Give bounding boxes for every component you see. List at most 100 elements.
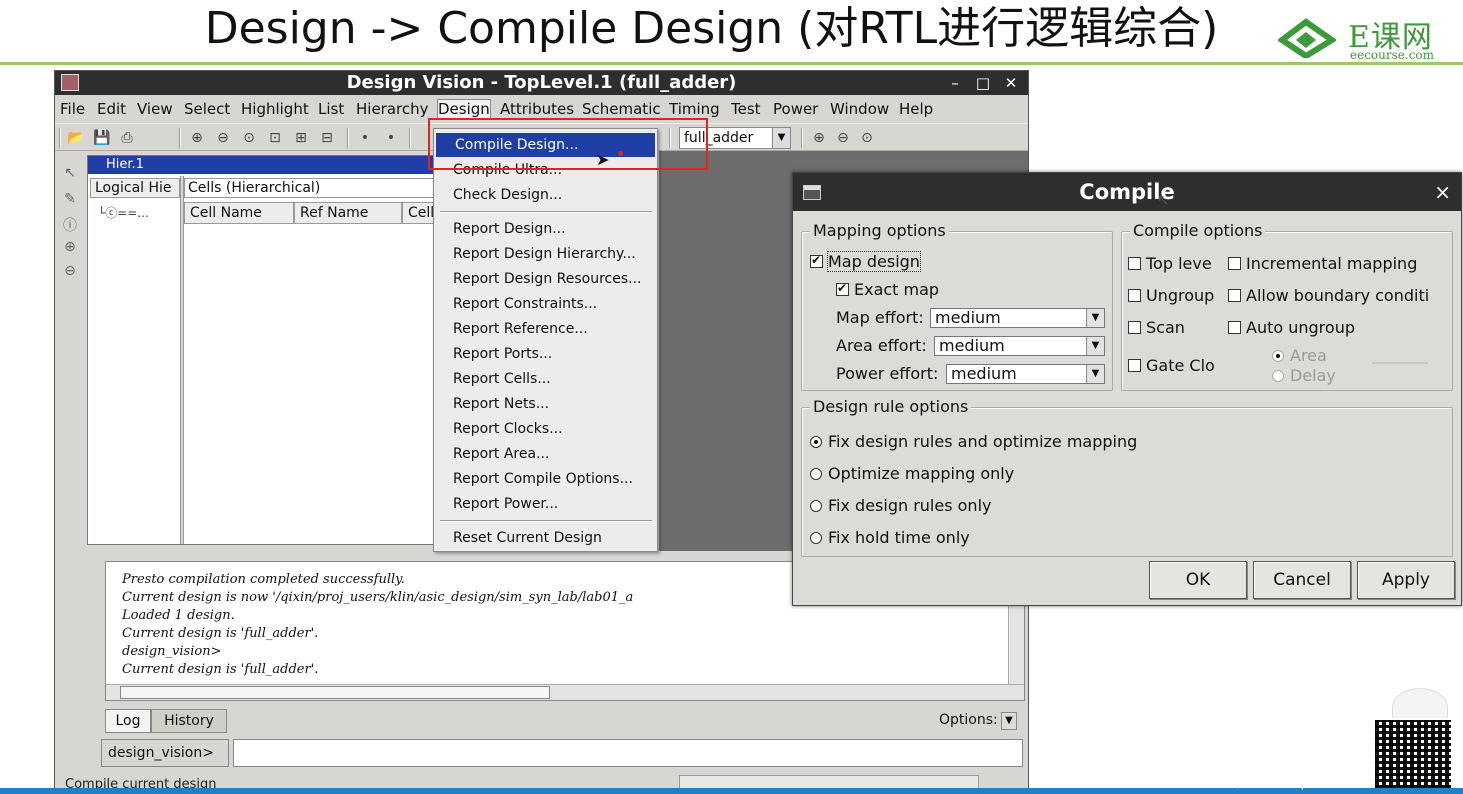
fix-design-rules-only-radio[interactable]: Fix design rules only: [810, 496, 991, 515]
menu-item-report-design[interactable]: Report Design...: [434, 217, 657, 241]
pointer-icon[interactable]: ↖: [61, 165, 79, 183]
chevron-down-icon[interactable]: ▼: [1086, 309, 1104, 327]
select-value: medium: [939, 336, 1005, 355]
column-ref-name[interactable]: Ref Name: [294, 202, 402, 224]
menu-view[interactable]: View: [137, 100, 173, 118]
select-value: medium: [935, 308, 1001, 327]
ungroup-area-radio[interactable]: Area: [1272, 346, 1327, 365]
minimize-button[interactable]: –: [945, 73, 965, 93]
dialog-titlebar[interactable]: Compile × ↖: [793, 173, 1461, 211]
ok-button[interactable]: OK: [1149, 561, 1247, 599]
checkbox-box: [1128, 321, 1141, 334]
zoom-select-icon[interactable]: ⊟: [319, 130, 335, 146]
map-design-checkbox[interactable]: Map design: [810, 251, 921, 272]
logical-hierarchy-header[interactable]: Logical Hie: [90, 178, 180, 198]
menu-item-report-design-hierarchy[interactable]: Report Design Hierarchy...: [434, 242, 657, 266]
menu-power[interactable]: Power: [773, 100, 818, 118]
gate-clock-checkbox[interactable]: Gate Clo: [1128, 356, 1215, 375]
console-horizontal-scrollbar[interactable]: [106, 684, 1024, 700]
area-effort-select[interactable]: medium ▼: [934, 336, 1105, 356]
column-cell-name[interactable]: Cell Name: [184, 202, 294, 224]
zoom-fit-icon[interactable]: ⊙: [859, 130, 875, 146]
options-dropdown[interactable]: ▼: [1001, 712, 1017, 730]
ungroup-delay-radio[interactable]: Delay: [1272, 366, 1336, 385]
menu-window[interactable]: Window: [830, 100, 889, 118]
tab-log[interactable]: Log: [105, 709, 151, 733]
zoom-in-icon[interactable]: ⊕: [189, 130, 205, 146]
dialog-close-button[interactable]: ×: [1434, 180, 1451, 204]
scrollbar-thumb[interactable]: [120, 686, 550, 699]
zoom-in-icon[interactable]: ⊕: [61, 239, 79, 257]
menu-item-reset-current-design[interactable]: Reset Current Design: [434, 526, 657, 550]
chevron-down-icon[interactable]: ▼: [1086, 337, 1104, 355]
menu-item-report-ports[interactable]: Report Ports...: [434, 342, 657, 366]
print-icon[interactable]: ⎙: [119, 130, 135, 146]
brand-logo: E课网 eecourse.com: [1278, 10, 1458, 62]
maximize-button[interactable]: □: [973, 73, 993, 93]
menu-item-report-area[interactable]: Report Area...: [434, 442, 657, 466]
open-folder-icon[interactable]: 📂: [67, 130, 84, 146]
ungroup-checkbox[interactable]: Ungroup: [1128, 286, 1214, 305]
chevron-down-icon[interactable]: ▼: [772, 128, 790, 148]
menu-item-report-cells[interactable]: Report Cells...: [434, 367, 657, 391]
menu-item-report-constraints[interactable]: Report Constraints...: [434, 292, 657, 316]
menu-item-check-design[interactable]: Check Design...: [434, 183, 657, 207]
console-line: Current design is 'full_adder'.: [122, 662, 319, 677]
allow-boundary-conditions-checkbox[interactable]: Allow boundary conditi: [1228, 286, 1452, 305]
menu-item-report-nets[interactable]: Report Nets...: [434, 392, 657, 416]
hierarchy-tree-node[interactable]: └ⓒ==...: [98, 204, 149, 221]
window-titlebar[interactable]: Design Vision - TopLevel.1 (full_adder) …: [55, 71, 1028, 95]
hier-view-title[interactable]: Hier.1: [88, 156, 436, 174]
menu-select[interactable]: Select: [184, 100, 230, 118]
scan-checkbox[interactable]: Scan: [1128, 318, 1185, 337]
command-input[interactable]: [233, 739, 1023, 767]
zoom-out-icon[interactable]: ⊖: [61, 263, 79, 281]
menu-file[interactable]: File: [60, 100, 85, 118]
fix-rules-and-optimize-radio[interactable]: Fix design rules and optimize mapping: [810, 432, 1137, 451]
power-effort-select[interactable]: medium ▼: [946, 364, 1105, 384]
back-icon[interactable]: •: [357, 130, 373, 146]
chevron-down-icon[interactable]: ▼: [1086, 365, 1104, 383]
pencil-icon[interactable]: ✎: [61, 191, 79, 209]
exact-map-checkbox[interactable]: Exact map: [836, 280, 939, 299]
menu-item-report-clocks[interactable]: Report Clocks...: [434, 417, 657, 441]
save-icon[interactable]: 💾: [93, 130, 110, 146]
auto-ungroup-checkbox[interactable]: Auto ungroup: [1228, 318, 1355, 337]
radio-circle: [810, 468, 822, 480]
menu-attributes[interactable]: Attributes: [500, 100, 574, 118]
checkbox-box: [1228, 321, 1241, 334]
tab-history[interactable]: History: [151, 709, 227, 733]
top-level-checkbox[interactable]: Top leve: [1128, 254, 1212, 273]
window-close-button[interactable]: ✕: [1001, 73, 1021, 93]
fix-hold-time-only-radio[interactable]: Fix hold time only: [810, 528, 970, 547]
zoom-box-icon[interactable]: ⊡: [267, 130, 283, 146]
menu-schematic[interactable]: Schematic: [582, 100, 661, 118]
zoom-out-icon[interactable]: ⊖: [835, 130, 851, 146]
menu-item-report-reference[interactable]: Report Reference...: [434, 317, 657, 341]
forward-icon[interactable]: •: [383, 130, 399, 146]
optimize-mapping-only-radio[interactable]: Optimize mapping only: [810, 464, 1014, 483]
map-effort-select[interactable]: medium ▼: [930, 308, 1105, 328]
cancel-button[interactable]: Cancel: [1253, 561, 1351, 599]
radio-circle: [810, 500, 822, 512]
info-icon[interactable]: ⓘ: [61, 215, 79, 234]
zoom-reset-icon[interactable]: ⊞: [293, 130, 309, 146]
menu-edit[interactable]: Edit: [97, 100, 126, 118]
menu-item-report-power[interactable]: Report Power...: [434, 492, 657, 516]
menu-highlight[interactable]: Highlight: [241, 100, 309, 118]
menu-design[interactable]: Design: [437, 99, 491, 119]
menu-item-report-compile-options[interactable]: Report Compile Options...: [434, 467, 657, 491]
menu-item-report-design-resources[interactable]: Report Design Resources...: [434, 267, 657, 291]
column-cell[interactable]: Cell: [402, 202, 436, 224]
panel-splitter[interactable]: [180, 176, 184, 544]
zoom-out-icon[interactable]: ⊖: [215, 130, 231, 146]
menu-hierarchy[interactable]: Hierarchy: [356, 100, 429, 118]
zoom-in-icon[interactable]: ⊕: [811, 130, 827, 146]
apply-button[interactable]: Apply: [1357, 561, 1455, 599]
menu-test[interactable]: Test: [731, 100, 761, 118]
zoom-fit-icon[interactable]: ⊙: [241, 130, 257, 146]
menu-help[interactable]: Help: [899, 100, 933, 118]
incremental-mapping-checkbox[interactable]: Incremental mapping: [1228, 254, 1417, 273]
menu-list[interactable]: List: [318, 100, 344, 118]
menu-timing[interactable]: Timing: [669, 100, 720, 118]
